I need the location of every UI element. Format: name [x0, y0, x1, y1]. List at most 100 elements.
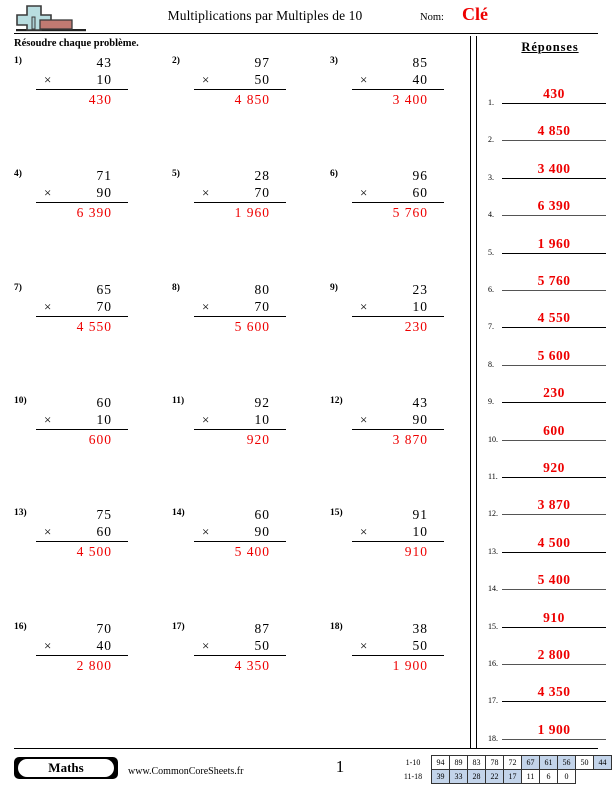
- answer-row-17: 17. 4 350: [488, 682, 608, 705]
- multiply-operator-icon: ×: [202, 185, 211, 200]
- problem-number: 8): [172, 283, 180, 293]
- multiply-operator-icon: ×: [44, 72, 53, 87]
- subject-badge: Maths: [14, 757, 118, 779]
- multiplier: 10: [96, 412, 112, 427]
- score-cell: 50: [575, 755, 594, 770]
- problem-18: 18) 38 × 50 1 900: [316, 621, 461, 692]
- score-cell: 28: [467, 769, 486, 784]
- answer-number: 5.: [488, 247, 494, 257]
- math-plus-logo-icon: [14, 3, 88, 33]
- answer-value: 1 900: [392, 658, 428, 673]
- multiply-operator-icon: ×: [202, 299, 211, 314]
- multiplicand: 75: [96, 507, 112, 522]
- answer-blank-line: [502, 103, 606, 104]
- score-cell: 11: [521, 769, 540, 784]
- problem-7: 7) 65 × 70 4 550: [0, 282, 145, 353]
- vertical-multiplication: 43 × 90 3 870: [352, 394, 444, 449]
- score-cell: 17: [503, 769, 522, 784]
- answer-value: 3 400: [392, 92, 428, 107]
- multiplier-line: × 40: [36, 637, 128, 656]
- multiplier-line: × 70: [194, 184, 286, 203]
- column-divider-right: [476, 36, 477, 748]
- multiplicand: 70: [96, 621, 112, 636]
- answer-value: 920: [246, 432, 270, 447]
- answer-blank-line: [502, 290, 606, 291]
- answer-blank-line: [502, 327, 606, 329]
- problem-number: 9): [330, 283, 338, 293]
- answer-row-9: 9. 230: [488, 383, 608, 406]
- answer-row-10: 10. 600: [488, 421, 608, 444]
- multiplier: 60: [96, 524, 112, 539]
- multiplicand: 96: [412, 168, 428, 183]
- answer-blank-line: [502, 514, 606, 516]
- score-cell-empty: [576, 770, 594, 784]
- problem-14: 14) 60 × 90 5 400: [158, 507, 303, 578]
- answer-text: 4 550: [537, 310, 571, 326]
- multiply-operator-icon: ×: [360, 72, 369, 87]
- problem-number: 15): [330, 508, 343, 518]
- answer-row-11: 11. 920: [488, 458, 608, 481]
- multiply-operator-icon: ×: [360, 412, 369, 427]
- problem-10: 10) 60 × 10 600: [0, 395, 145, 466]
- multiply-operator-icon: ×: [360, 638, 369, 653]
- score-cell-empty: [594, 770, 612, 784]
- problem-number: 12): [330, 396, 343, 406]
- multiplier-line: × 60: [36, 523, 128, 542]
- answer-value: 4 500: [76, 544, 112, 559]
- score-cell: 0: [557, 769, 576, 784]
- multiplier: 10: [254, 412, 270, 427]
- answer-blank-line: [502, 738, 606, 740]
- score-cell: 33: [449, 769, 468, 784]
- multiplier-line: × 10: [352, 523, 444, 542]
- score-conversion-table: 1-10 94 89 83 78 72 67 61 56 50 44 11-18 39 33 28 22…: [398, 755, 612, 784]
- multiplier-line: × 90: [194, 523, 286, 542]
- multiplier-line: × 50: [194, 637, 286, 656]
- multiplier: 40: [412, 72, 428, 87]
- answer-row-13: 13. 4 500: [488, 533, 608, 556]
- vertical-multiplication: 28 × 70 1 960: [194, 167, 286, 222]
- multiplier-line: × 90: [36, 184, 128, 203]
- multiplier: 90: [96, 185, 112, 200]
- page-header: Multiplications par Multiples de 10 Nom:…: [0, 0, 612, 36]
- multiplier: 40: [96, 638, 112, 653]
- vertical-multiplication: 85 × 40 3 400: [352, 54, 444, 109]
- problem-4: 4) 71 × 90 6 390: [0, 168, 145, 239]
- answer-text: 2 800: [537, 647, 571, 662]
- answer-number: 8.: [488, 359, 494, 369]
- answer-key-column: Réponses 1. 430 2. 4 850 3. 3 400 4. 6 390 5. 1 9…: [480, 36, 612, 743]
- vertical-multiplication: 87 × 50 4 350: [194, 620, 286, 675]
- answer-number: 11.: [488, 472, 498, 481]
- answer-value: 4 350: [234, 658, 270, 673]
- multiplier-line: × 10: [36, 71, 128, 90]
- footer-divider: [14, 748, 598, 749]
- answer-text: 4 850: [537, 123, 571, 139]
- answer-text: 230: [543, 385, 565, 401]
- multiplier-line: × 10: [194, 411, 286, 430]
- problem-11: 11) 92 × 10 920: [158, 395, 303, 466]
- multiplier: 10: [412, 524, 428, 539]
- multiplier: 90: [254, 524, 270, 539]
- answer-value: 4 850: [234, 92, 270, 107]
- multiply-operator-icon: ×: [360, 185, 369, 200]
- score-cell: 78: [485, 755, 504, 770]
- answer-value: 230: [404, 319, 428, 334]
- answer-text: 4 500: [537, 534, 571, 550]
- answer-text: 920: [543, 460, 565, 475]
- answer-blank-line: [502, 215, 606, 217]
- problem-12: 12) 43 × 90 3 870: [316, 394, 461, 466]
- vertical-multiplication: 91 × 10 910: [352, 506, 444, 561]
- multiplier-line: × 40: [352, 71, 444, 90]
- vertical-multiplication: 23 × 10 230: [352, 281, 444, 336]
- page-title: Multiplications par Multiples de 10: [167, 8, 363, 23]
- answer-number: 7.: [488, 322, 494, 332]
- problem-row: 4) 71 × 90 6 390 5) 28 × 70 1 960 6) 96 × 60 5 760: [0, 167, 468, 239]
- multiply-operator-icon: ×: [360, 524, 369, 539]
- answer-value: 910: [404, 544, 428, 559]
- answer-blank-line: [502, 439, 606, 441]
- score-cell: 6: [539, 769, 558, 784]
- answer-blank-line: [502, 477, 606, 478]
- answer-number: 16.: [488, 659, 498, 668]
- answer-value: 5 760: [392, 205, 428, 220]
- answer-blank-line: [502, 664, 606, 665]
- answer-row-15: 15. 910: [488, 608, 608, 631]
